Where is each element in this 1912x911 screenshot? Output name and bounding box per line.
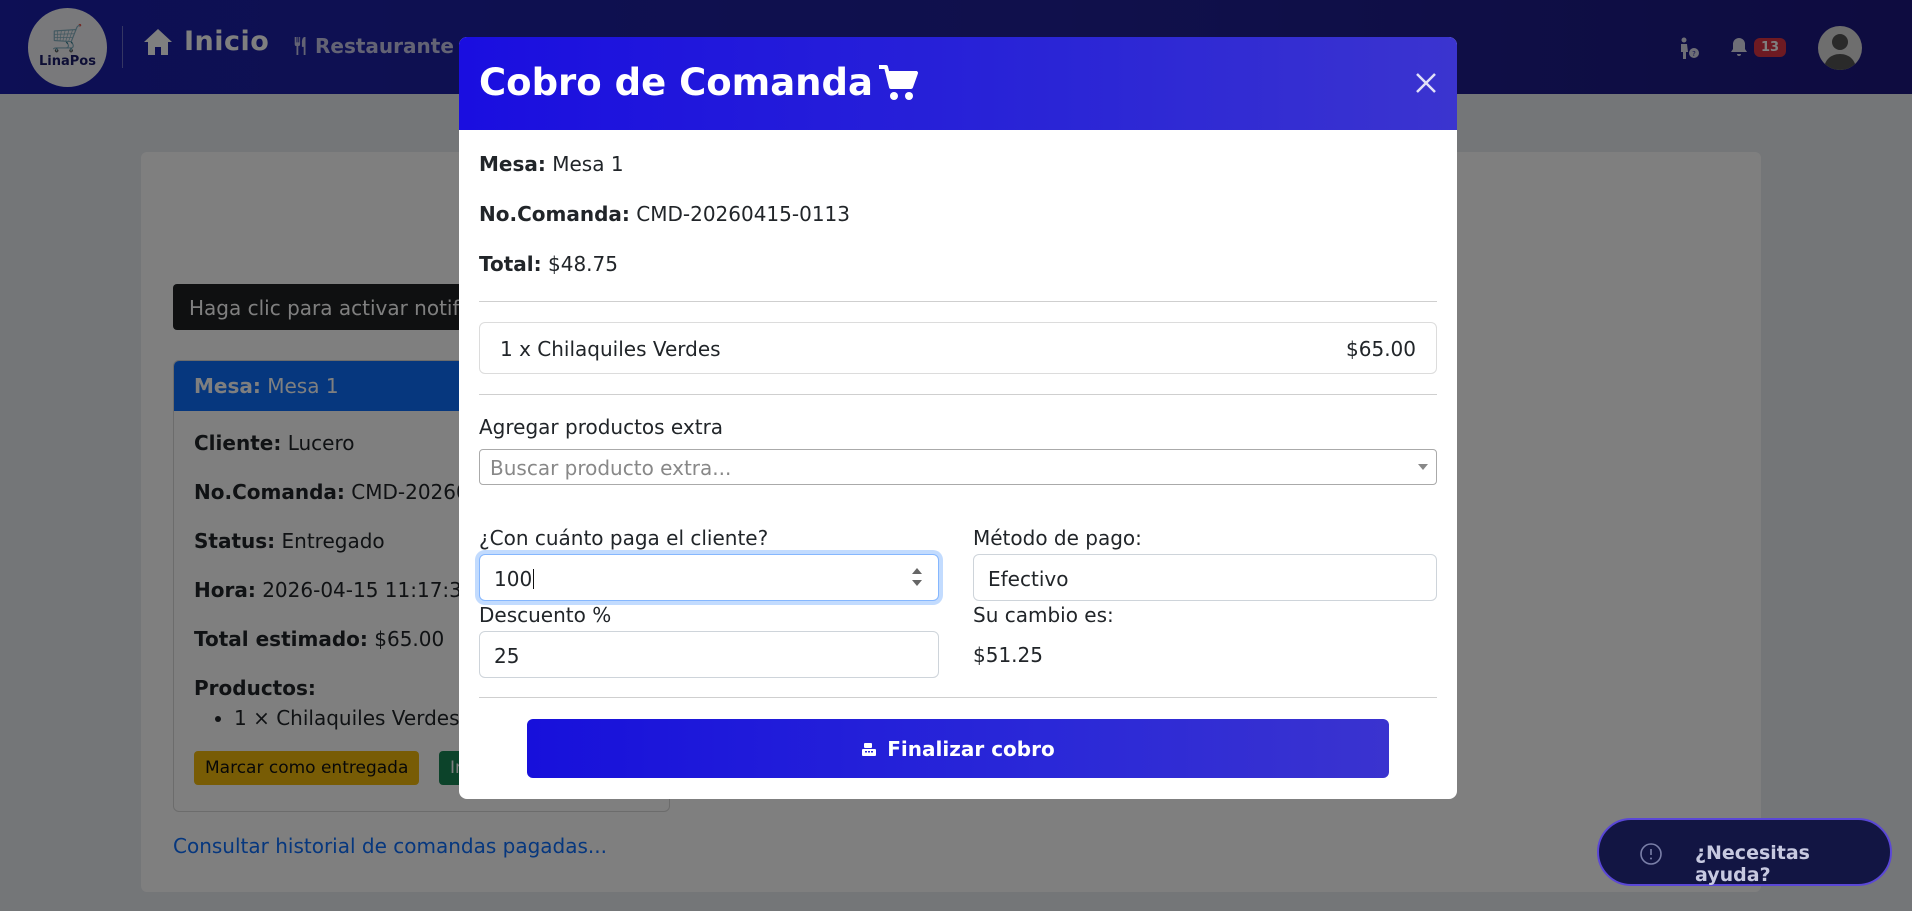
payment-method-field[interactable]: Efectivo	[973, 554, 1437, 601]
divider	[479, 697, 1437, 698]
chevron-down-icon	[1418, 464, 1428, 470]
number-spinner-icon[interactable]	[910, 563, 924, 591]
cart-icon	[878, 64, 918, 100]
pay-amount-input[interactable]: 100	[479, 554, 939, 601]
discount-input[interactable]: 25	[479, 631, 939, 678]
extra-product-select[interactable]: Buscar producto extra...	[479, 449, 1437, 485]
list-item: 1 x Chilaquiles Verdes $65.00	[479, 322, 1437, 374]
close-icon[interactable]	[1411, 68, 1441, 98]
extra-products-label: Agregar productos extra	[479, 415, 724, 439]
item-name: 1 x Chilaquiles Verdes	[500, 337, 721, 361]
payment-method-value: Efectivo	[988, 567, 1069, 591]
modal-total-row: Total: $48.75	[479, 252, 618, 276]
pay-amount-value: 100	[494, 567, 533, 591]
text-cursor	[533, 569, 535, 589]
change-label: Su cambio es:	[973, 603, 1114, 627]
modal-title: Cobro de Comanda	[479, 61, 919, 104]
payment-modal: Cobro de Comanda Mesa: Mesa 1 Mesa: Mesa…	[459, 37, 1457, 799]
pay-amount-label: ¿Con cuánto paga el cliente?	[479, 526, 769, 550]
payment-method-label: Método de pago:	[973, 526, 1142, 550]
divider	[479, 394, 1437, 395]
modal-comanda-label: No.Comanda:	[479, 202, 630, 226]
modal-mesa-value-display: Mesa 1	[552, 152, 624, 176]
discount-label: Descuento %	[479, 603, 612, 627]
help-button[interactable]: ¿Necesitas ayuda?	[1597, 818, 1892, 886]
modal-total-label: Total:	[479, 252, 542, 276]
extra-product-placeholder: Buscar producto extra...	[490, 456, 732, 480]
cash-register-icon	[862, 742, 877, 756]
item-price: $65.00	[1346, 337, 1416, 361]
divider	[479, 301, 1437, 302]
modal-mesa-label-display: Mesa:	[479, 152, 546, 176]
modal-comanda-value: CMD-20260415-0113	[636, 202, 850, 226]
info-icon	[1640, 843, 1662, 865]
finalize-payment-button[interactable]: Finalizar cobro	[527, 719, 1389, 778]
modal-comanda-row: No.Comanda: CMD-20260415-0113	[479, 202, 850, 226]
change-value: $51.25	[973, 643, 1043, 667]
finalize-label: Finalizar cobro	[887, 736, 1055, 761]
modal-total-value: $48.75	[548, 252, 618, 276]
modal-header: Cobro de Comanda	[459, 37, 1457, 130]
discount-value: 25	[494, 644, 520, 668]
modal-mesa-row-display: Mesa: Mesa 1	[479, 152, 624, 176]
modal-title-text: Cobro de Comanda	[479, 61, 873, 104]
help-label: ¿Necesitas ayuda?	[1695, 842, 1810, 886]
